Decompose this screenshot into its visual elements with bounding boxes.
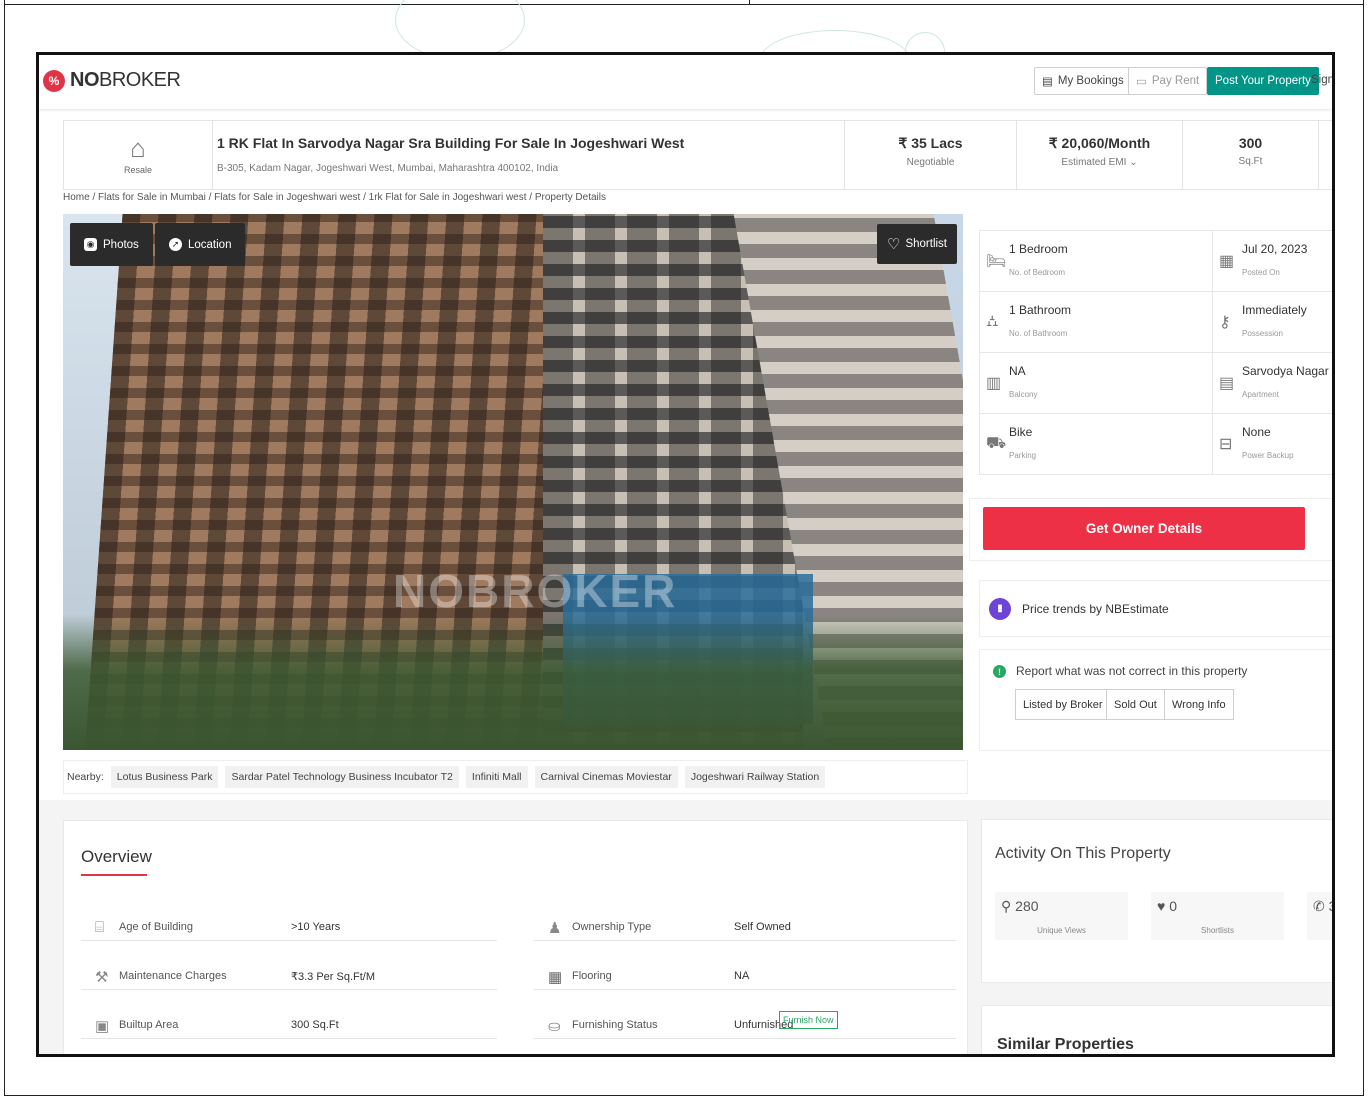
key-icon: ⚷ [1219,314,1231,331]
document-divider [749,0,750,5]
car-icon: ⛟ [986,435,1007,452]
nearby-chip[interactable]: Carnival Cinemas Moviestar [534,766,678,788]
wrong-info-button[interactable]: Wrong Info [1164,689,1234,720]
top-navbar: % NOBROKER ▤ My Bookings ▭ Pay Rent Post… [39,55,1332,109]
shortlists-stat: ♥ 0 Shortlists [1151,892,1284,940]
detail-bedroom: 🛏 1 Bedroom No. of Bedroom [980,231,1212,292]
property-title: 1 RK Flat In Sarvodya Nagar Sra Building… [217,135,685,151]
get-owner-details-button[interactable]: Get Owner Details [983,507,1305,550]
nearby-bar: Nearby: Lotus Business Park Sardar Patel… [63,760,968,794]
detail-possession: ⚷ Immediately Possession [1212,292,1332,353]
activity-panel: Activity On This Property ⚲ 280 Unique V… [981,819,1332,983]
detail-balcony: ▥ NA Balcony [980,353,1212,414]
sold-out-button[interactable]: Sold Out [1106,689,1165,720]
property-details-grid: 🛏 1 Bedroom No. of Bedroom ▦ Jul 20, 202… [979,230,1332,475]
price-trends-link[interactable]: ▮ Price trends by NBEstimate [979,580,1332,637]
detail-power-backup: ⊟ None Power Backup [1212,414,1332,475]
building-icon: ▤ [1219,375,1235,392]
nearby-chip[interactable]: Jogeshwari Railway Station [684,766,826,788]
battery-icon: ⊟ [1219,436,1233,453]
overview-row-ownership: ♟ Ownership Type Self Owned [534,913,956,941]
property-photo[interactable]: NOBROKER ◉ Photos ➚ Location ♡ Shortlist [63,214,963,750]
nearby-chip[interactable]: Lotus Business Park [110,766,219,788]
breadcrumb[interactable]: Home / Flats for Sale in Mumbai / Flats … [63,192,606,203]
flooring-icon: ▦ [548,969,563,986]
chart-icon: ▮ [989,597,1011,620]
post-property-button[interactable]: Post Your Property [1207,67,1319,95]
person-icon: ⚲ [1001,898,1016,914]
info-icon: ! [993,665,1006,678]
contacts-stat: ✆ 3 [1307,892,1332,940]
heart-icon: ♥ [1157,898,1170,914]
nearby-chip[interactable]: Infiniti Mall [465,766,528,788]
balcony-icon: ▥ [986,375,1002,392]
logo-mark-icon: % [43,69,65,92]
detail-posted-on: ▦ Jul 20, 2023 Posted On [1212,231,1332,292]
overview-row-furnishing: ⛀ Furnishing Status Unfurnished [534,1011,956,1039]
building-age-icon: ⌸ [95,919,105,936]
hammer-icon: ⚒ [95,969,109,986]
detail-apartment: ▤ Sarvodya Nagar Sr... Apartment [1212,353,1332,414]
screenshot-frame: % NOBROKER ▤ My Bookings ▭ Pay Rent Post… [36,52,1335,1057]
my-bookings-button[interactable]: ▤ My Bookings [1034,67,1132,95]
shortlist-button[interactable]: ♡ Shortlist [877,224,957,264]
bathtub-icon: ⛼ [986,313,999,330]
compass-icon: ➚ [169,238,182,251]
pay-rent-button[interactable]: ▭ Pay Rent [1128,67,1208,95]
property-address: B-305, Kadam Nagar, Jogeshwari West, Mum… [217,163,559,174]
nobroker-page: % NOBROKER ▤ My Bookings ▭ Pay Rent Post… [39,55,1332,1054]
report-panel: ! Report what was not correct in this pr… [979,649,1332,751]
heart-outline-icon: ♡ [887,236,901,253]
area-icon: ▣ [95,1018,110,1035]
overview-row-flooring: ▦ Flooring NA [534,962,956,990]
unique-views-stat: ⚲ 280 Unique Views [995,892,1128,940]
bed-icon: 🛏 [986,253,1007,270]
card-icon: ▭ [1136,76,1147,88]
bookings-icon: ▤ [1042,76,1053,88]
overview-title: Overview [81,847,152,866]
sofa-icon: ⛀ [548,1018,561,1035]
resale-badge: ⌂ Resale [64,121,213,189]
overview-row-builtup-area: ▣ Builtup Area 300 Sq.Ft [81,1011,497,1039]
sign-in-link[interactable]: Sign [1311,74,1332,86]
overview-row-age: ⌸ Age of Building >10 Years [81,913,497,941]
furnish-now-button[interactable]: Furnish Now [779,1011,838,1029]
location-button[interactable]: ➚ Location [155,223,246,266]
ownership-icon: ♟ [548,920,562,937]
detail-bathroom: ⛼ 1 Bathroom No. of Bathroom [980,292,1212,353]
similar-properties-panel: Similar Properties [981,1005,1332,1054]
camera-icon: ◉ [84,238,97,251]
overview-row-maintenance: ⚒ Maintenance Charges ₹3.3 Per Sq.Ft/M [81,962,497,990]
phone-icon: ✆ [1313,898,1329,914]
nearby-chip[interactable]: Sardar Patel Technology Business Incubat… [225,766,459,788]
house-icon: ⌂ [130,133,146,163]
price-block: ₹ 35 Lacs Negotiable [844,121,1016,189]
photos-button[interactable]: ◉ Photos [70,223,153,266]
similar-properties-title: Similar Properties [997,1036,1134,1053]
calendar-icon: ▦ [1219,253,1235,270]
nobroker-logo[interactable]: % NOBROKER [43,69,181,92]
property-header: ⌂ Resale 1 RK Flat In Sarvodya Nagar Sra… [63,120,1332,190]
detail-parking: ⛟ Bike Parking [986,425,1037,460]
photo-watermark: NOBROKER [393,565,678,617]
listed-by-broker-button[interactable]: Listed by Broker [1015,689,1111,720]
area-block: 300 Sq.Ft [1182,121,1319,189]
emi-block[interactable]: ₹ 20,060/Month Estimated EMI ⌄ [1016,121,1182,189]
activity-title: Activity On This Property [995,845,1171,862]
